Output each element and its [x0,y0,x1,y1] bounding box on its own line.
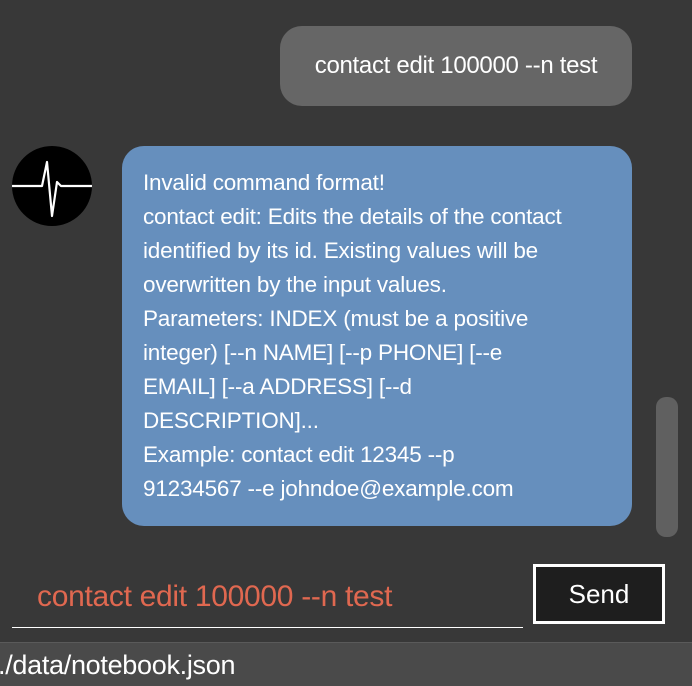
data-file-path: ./data/notebook.json [0,650,236,680]
user-message-text: contact edit 100000 --n test [314,52,598,79]
bot-message-line: Parameters: INDEX (must be a positive [143,306,529,331]
heartbeat-icon [12,160,92,218]
command-input-area: Send [0,556,692,642]
app-window: contact edit 100000 --n test Invalid com… [0,0,692,686]
chat-scrollbar[interactable] [656,397,678,537]
bot-message-bubble: Invalid command format! contact edit: Ed… [122,146,632,526]
bot-message-line: EMAIL] [--a ADDRESS] [--d [143,374,412,399]
status-bar: ./data/notebook.json [0,642,692,686]
bot-message-line: 91234567 --e johndoe@example.com [143,476,514,501]
chat-scrollbar-thumb[interactable] [656,397,678,537]
bot-avatar [12,146,92,226]
chat-area[interactable]: contact edit 100000 --n test Invalid com… [0,0,692,548]
bot-message-line: Example: contact edit 12345 --p [143,442,455,467]
bot-message-line: integer) [--n NAME] [--p PHONE] [--e [143,340,503,365]
user-message-bubble: contact edit 100000 --n test [280,26,632,106]
command-input[interactable] [12,566,523,628]
bot-message-line: identified by its id. Existing values wi… [143,238,538,263]
bot-message-line: overwritten by the input values. [143,272,447,297]
bot-message-line: Invalid command format! [143,170,385,195]
bot-message-line: contact edit: Edits the details of the c… [143,204,562,229]
bot-message-line: DESCRIPTION]... [143,408,319,433]
send-button[interactable]: Send [533,564,665,624]
